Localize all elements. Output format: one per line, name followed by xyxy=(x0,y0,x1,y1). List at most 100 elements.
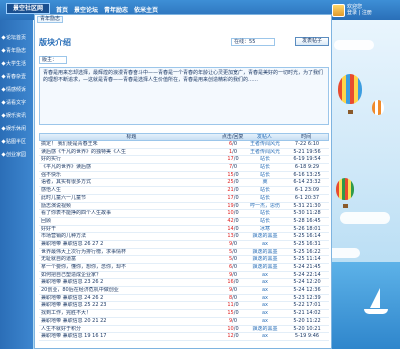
author-link[interactable]: ax xyxy=(245,279,285,286)
author-link[interactable]: ax xyxy=(245,310,285,317)
sidebar-item-college[interactable]: 大学生活 xyxy=(1,58,32,68)
author-link[interactable]: 飘逸的黑墨 xyxy=(245,249,285,256)
sidebar-item-startup[interactable]: 创业家园 xyxy=(1,149,32,159)
author-link[interactable]: 飘逸的黑墨 xyxy=(245,264,285,271)
author-link[interactable]: 王者传闻风光 xyxy=(245,141,285,148)
moderator-label: 版主： xyxy=(39,56,67,64)
sidebar-item-entertainment-news[interactable]: 娱乐资讯 xyxy=(1,110,32,120)
sidebar-item-reading[interactable]: 请看文字 xyxy=(1,97,32,107)
author-link[interactable]: 王者传闻风光 xyxy=(245,149,285,156)
click-reply-count: 10/0 xyxy=(221,326,245,333)
table-row: 找到工作，完胜不大！ 15/0 ax 5-21 14:02 xyxy=(39,310,329,318)
thread-title-link[interactable]: 人生不就好于积分 xyxy=(39,326,221,333)
author-link[interactable]: 飘逸的黑墨 xyxy=(245,233,285,240)
post-time: 5-24 21:45 xyxy=(293,264,321,270)
reply-count: 0 xyxy=(233,256,238,263)
thread-title-link[interactable]: 拿一个要你，懂你，想你，念你，却不 xyxy=(39,264,221,271)
site-logo[interactable]: 景空社区网 xyxy=(6,3,50,14)
thread-title-link[interactable]: 此时儿童六一儿童节 xyxy=(39,195,221,202)
top-nav-youth[interactable]: 青年励志 xyxy=(104,5,128,14)
table-row: 感悟人生 21/0 站长 6-1 23:09 xyxy=(39,187,329,195)
sidebar-item-emotion[interactable]: 情感倾诉 xyxy=(1,84,32,94)
top-nav-homepage[interactable]: 依米主页 xyxy=(134,5,158,14)
sidebar-item-youth[interactable]: 青年励志 xyxy=(1,45,32,55)
thread-title-link[interactable]: 感悟人生 xyxy=(39,187,221,194)
thread-title-link[interactable]: 《平凡的世界》读后感 xyxy=(39,164,221,171)
online-count: 在线：55 xyxy=(231,38,275,46)
sidebar-item-leisure[interactable]: 娱乐休闲 xyxy=(1,123,32,133)
author-link[interactable]: ax xyxy=(245,272,285,279)
thread-title-link[interactable]: 兼职地带 兼职信息 24 26 2 xyxy=(39,295,221,302)
balloon-decoration xyxy=(338,74,362,104)
thread-title-link[interactable]: 搞定！ 我们便是青春王朱 xyxy=(39,141,221,148)
thread-title-link[interactable]: 回顾 xyxy=(39,218,221,225)
thread-title-link[interactable]: 语者，其实有很多方式 xyxy=(39,179,221,186)
thread-title-link[interactable]: 无耻就自的道富 xyxy=(39,256,221,263)
thread-table: 标题 点击/回复 发帖人 时间 搞定！ 我们便是青春王朱 6/0 王者传闻风光 7-2… xyxy=(39,133,329,341)
thread-title-link[interactable]: 励志演说视频 xyxy=(39,203,221,210)
balloon-decoration xyxy=(336,178,354,200)
top-nav-home[interactable]: 首页 xyxy=(56,5,68,14)
new-post-button[interactable]: 发表帖子 xyxy=(295,37,329,46)
nav-bullet-icon xyxy=(1,86,6,92)
thread-title-link[interactable]: 兼职地带 兼职信息 20 21 22 xyxy=(39,318,221,325)
click-reply-count: 6/0 xyxy=(221,264,245,271)
table-header: 标题 点击/回复 发帖人 时间 xyxy=(39,133,329,141)
thread-title-link[interactable]: 好的实行 xyxy=(39,156,221,163)
author-link[interactable]: 站长 xyxy=(245,172,285,179)
author-link[interactable]: 哼一杰，思伤 xyxy=(245,203,285,210)
thread-title-link[interactable]: 强不快乐 xyxy=(39,172,221,179)
reply-count: 0 xyxy=(235,217,239,224)
author-link[interactable]: 站长 xyxy=(245,187,285,194)
sidebar-item-forum-home[interactable]: 论坛首页 xyxy=(1,32,32,42)
author-link[interactable]: ax xyxy=(245,287,285,294)
balloon-basket xyxy=(348,110,353,114)
click-reply-count: 9/0 xyxy=(221,272,245,279)
thread-title-link[interactable]: 找到工作，完胜不大！ xyxy=(39,310,221,317)
click-reply-count: 15/0 xyxy=(221,310,245,317)
author-link[interactable]: 站长 xyxy=(245,195,285,202)
post-time: 6-1 23:09 xyxy=(294,187,320,194)
top-nav-forum[interactable]: 景空论坛 xyxy=(74,5,98,14)
author-link[interactable]: 冰寒 xyxy=(245,226,285,233)
author-link[interactable]: ax xyxy=(245,318,285,325)
click-reply-count: 25/0 xyxy=(221,179,245,186)
author-link[interactable]: ax xyxy=(245,302,285,309)
post-time: 6-16 13:25 xyxy=(293,171,321,178)
thread-title-link[interactable]: 如何把自己塑造成企业家？ xyxy=(39,272,221,279)
thread-title-link[interactable]: 世界最伟大上次行为排行榜，求事情杯 xyxy=(39,249,221,256)
thread-title-link[interactable]: 兼职地带 兼职信息 23 26 2 xyxy=(39,279,221,286)
author-link[interactable]: ax xyxy=(245,333,285,340)
table-row: 如何把自己塑造成企业家？ 9/0 ax 5-24 22:14 xyxy=(39,272,329,280)
thread-title-link[interactable]: 读后感《千凡的世界》的独特美《人生 xyxy=(39,149,221,156)
author-link[interactable]: 站长 xyxy=(245,156,285,163)
author-link[interactable]: 飘逸的黑墨 xyxy=(245,326,285,333)
reply-count: 0 xyxy=(235,302,239,309)
thread-title-link[interactable]: 看了你表不能挣的四个人生故事 xyxy=(39,210,221,217)
breadcrumb[interactable]: 青年励志 xyxy=(37,16,64,23)
author-link[interactable]: ax xyxy=(245,295,285,302)
click-reply-count: 19/0 xyxy=(221,203,245,210)
author-link[interactable]: 站长 xyxy=(245,164,285,171)
column-header-author: 发帖人 xyxy=(256,134,272,140)
thread-title-link[interactable]: 市场营销的几种方法 xyxy=(39,233,221,240)
sidebar-item-images[interactable]: 贴图半区 xyxy=(1,136,32,146)
table-row: 兼职地带 兼职信息 25 22 23 11/0 ax 5-22 17:01 xyxy=(39,302,329,311)
thread-title-link[interactable]: 好好干 xyxy=(39,226,221,233)
login-register-link[interactable]: 登录 | 注册 xyxy=(347,10,372,16)
click-reply-count: 16/0 xyxy=(221,279,245,286)
thread-title-link[interactable]: 兼职地带 兼职信息 26 27 2 xyxy=(39,241,221,248)
thread-title-link[interactable]: 兼职地带 兼职信息 19 16 17 xyxy=(39,333,221,340)
author-link[interactable]: 冀 xyxy=(245,179,285,186)
author-link[interactable]: 飘逸的黑墨 xyxy=(245,256,285,263)
author-link[interactable]: ax xyxy=(245,241,285,248)
thread-title-link[interactable]: 20创业，80后在经济危机中做创业 xyxy=(39,287,221,294)
sailboat-hull xyxy=(364,309,388,314)
click-reply-count: 21/0 xyxy=(221,187,245,194)
author-link[interactable]: 站长 xyxy=(245,218,285,225)
click-reply-count: 6/0 xyxy=(221,141,245,148)
author-link[interactable]: 站长 xyxy=(245,210,285,217)
reply-count: 0 xyxy=(233,248,238,255)
sidebar-item-misc[interactable]: 青春杂壹 xyxy=(1,71,32,81)
thread-title-link[interactable]: 兼职地带 兼职信息 25 22 23 xyxy=(39,302,221,309)
